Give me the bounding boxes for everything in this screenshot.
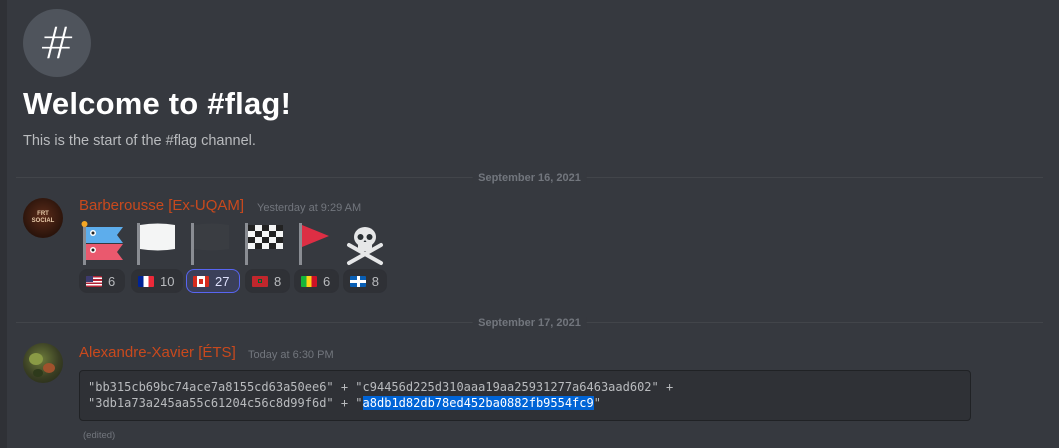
chequered-flag-emoji (245, 223, 283, 265)
black-flag-emoji (191, 223, 229, 265)
code-line: "3db1a73a245aa55c61204c56c8d99f6d" + "a8… (88, 395, 960, 411)
edited-label[interactable]: (edited) (83, 430, 115, 441)
skull-and-crossbones-emoji (347, 227, 383, 265)
reaction-count: 8 (371, 273, 379, 289)
reaction-us[interactable]: 6 (79, 269, 125, 293)
us-flag-icon (86, 275, 102, 287)
date-divider: September 16, 2021 (16, 172, 1043, 184)
date-divider: September 17, 2021 (16, 317, 1043, 329)
welcome-subtitle: This is the start of the #flag channel. (23, 133, 256, 149)
reaction-count: 6 (108, 273, 116, 289)
canada-flag-icon (193, 275, 209, 287)
reaction-count: 10 (160, 273, 175, 289)
france-flag-icon (138, 275, 154, 287)
date-divider-label: September 16, 2021 (472, 172, 587, 184)
author-name[interactable]: Barberousse [Ex-UQAM] (79, 197, 244, 214)
code-text: " (593, 396, 601, 410)
avatar-text: FRT SOCIAL (31, 211, 55, 224)
avatar[interactable] (23, 343, 63, 383)
hashtag-icon: # (23, 9, 91, 77)
message-timestamp[interactable]: Yesterday at 9:29 AM (257, 202, 361, 214)
reaction-count: 8 (274, 273, 282, 289)
carp-streamer-flag-emoji (81, 221, 123, 265)
code-text: "3db1a73a245aa55c61204c56c8d99f6d" + " (88, 396, 363, 410)
mali-flag-icon (301, 275, 317, 287)
reaction-count: 6 (323, 273, 331, 289)
reaction-count: 27 (215, 273, 230, 289)
chat-left-edge (0, 0, 7, 448)
reaction-france[interactable]: 10 (131, 269, 183, 293)
selected-text[interactable]: a8db1d82db78ed452ba0882fb9554fc9 (362, 396, 594, 410)
code-line: "bb315cb69bc74ace7a8155cd63a50ee6" + "c9… (88, 380, 674, 394)
triangular-red-flag-emoji (299, 223, 329, 265)
quebec-flag-icon (350, 275, 366, 287)
hashtag-glyph: # (38, 17, 76, 69)
reaction-morocco[interactable]: 8 (245, 269, 290, 293)
welcome-title: Welcome to #flag! (23, 86, 292, 121)
morocco-flag-icon (252, 275, 268, 287)
reaction-quebec[interactable]: 8 (343, 269, 387, 293)
reaction-mali[interactable]: 6 (294, 269, 339, 293)
reaction-canada[interactable]: 27 (186, 269, 240, 293)
code-block[interactable]: "bb315cb69bc74ace7a8155cd63a50ee6" + "c9… (79, 370, 971, 421)
date-divider-label: September 17, 2021 (472, 317, 587, 329)
white-flag-emoji (137, 223, 175, 265)
author-name[interactable]: Alexandre-Xavier [ÉTS] (79, 344, 236, 361)
avatar[interactable]: FRT SOCIAL (23, 198, 63, 238)
message-timestamp[interactable]: Today at 6:30 PM (248, 349, 334, 361)
